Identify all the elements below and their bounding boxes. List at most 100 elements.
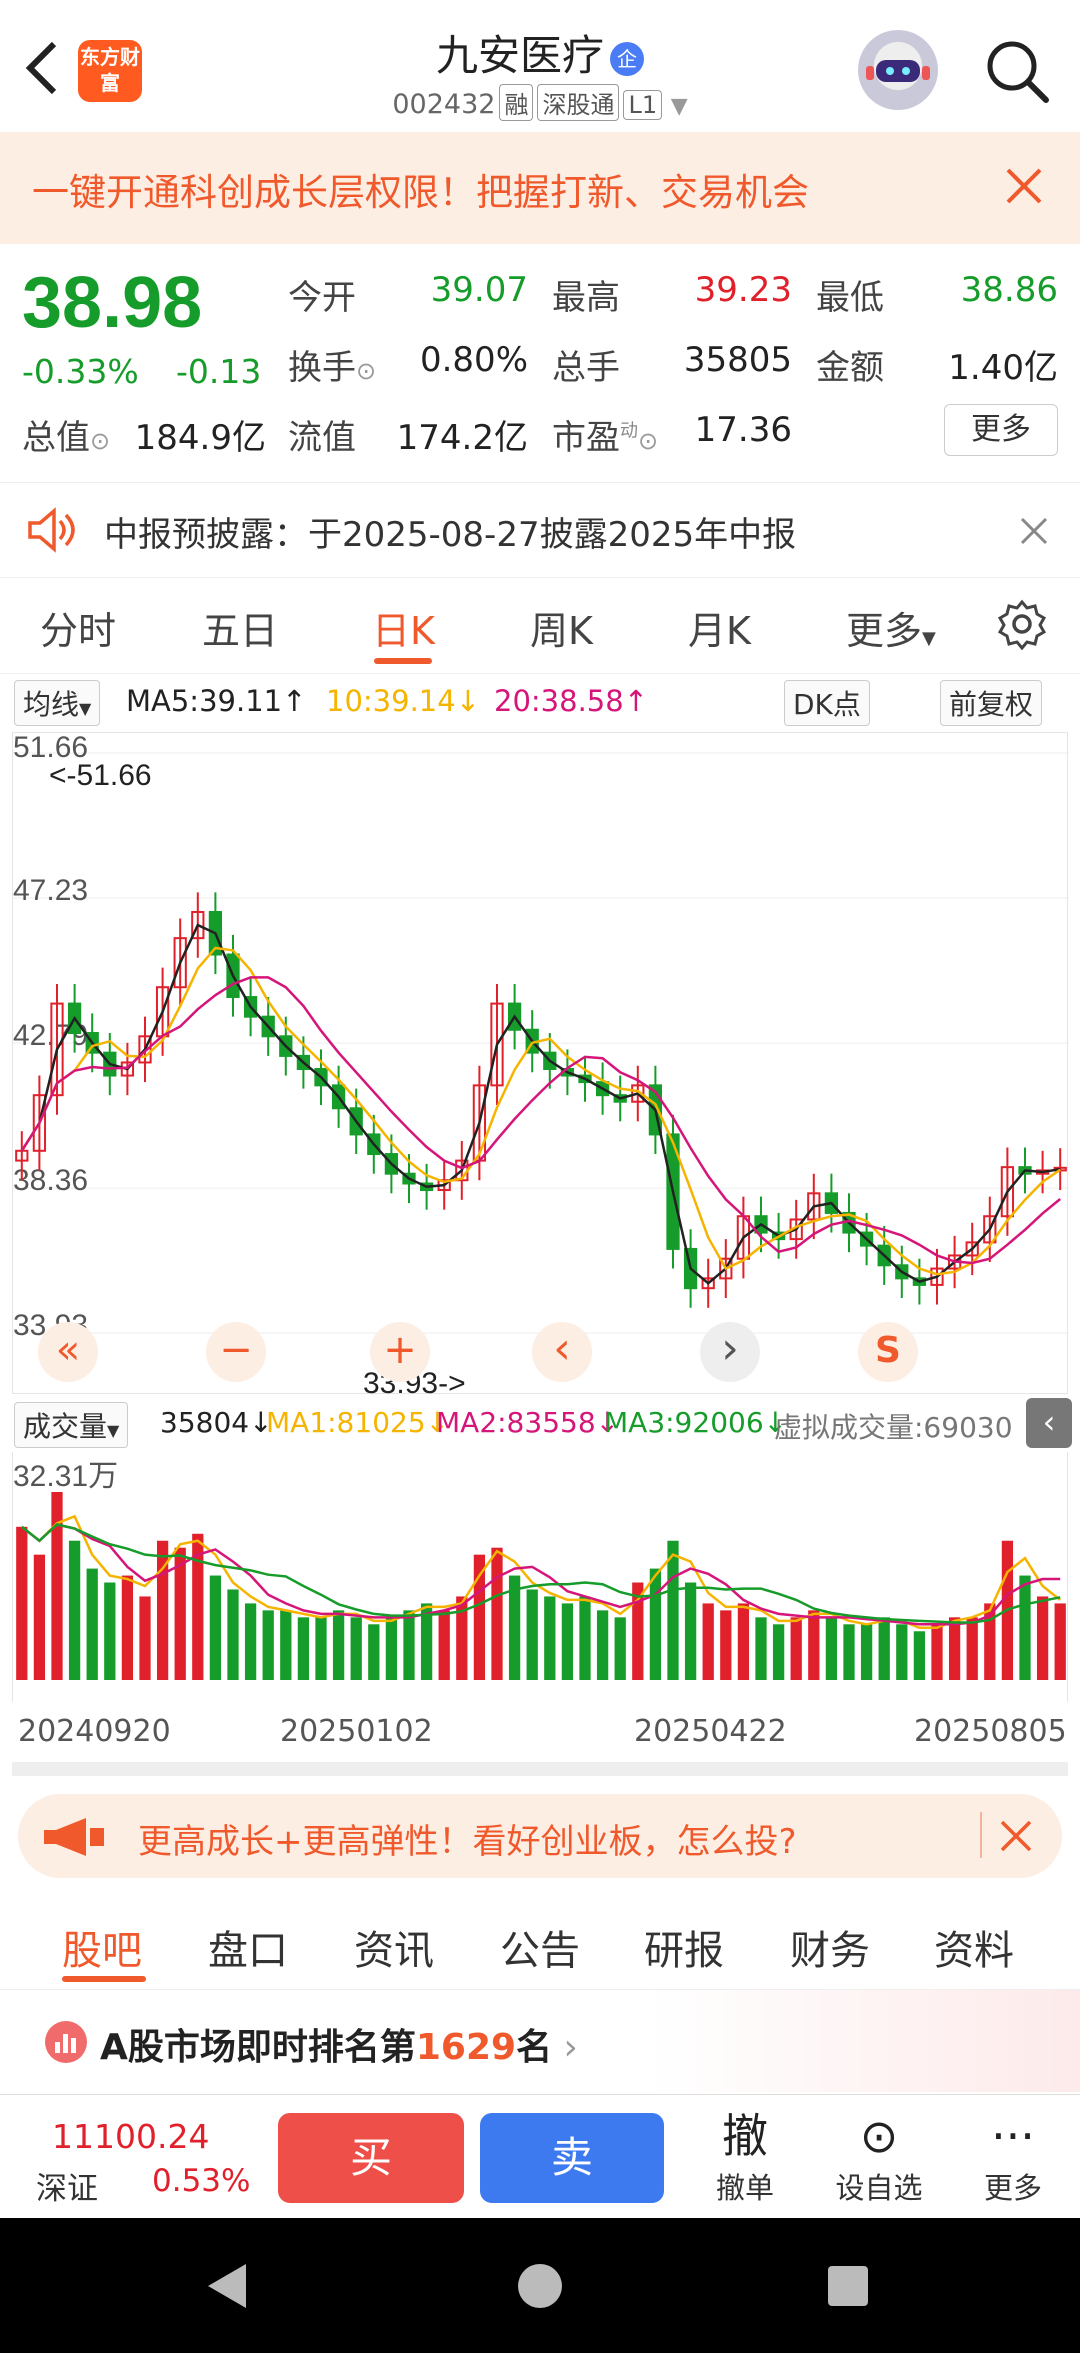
volume-bar [491, 1547, 503, 1680]
volume-bar [68, 1540, 81, 1680]
tab-forum[interactable]: 股吧 [62, 1918, 142, 1976]
pe-label[interactable]: 市盈动⊙ [552, 410, 658, 459]
ma-legend-row: 均线▼ MA5:39.11↑ 10:39.14↓ 20:38.58↑ DK点 前… [0, 676, 1080, 726]
collapse-panel-button[interactable]: ‹ [1026, 1398, 1072, 1448]
ma5-line [20, 923, 1061, 1285]
scroll-right-button[interactable]: › [700, 1322, 760, 1382]
signal-button[interactable]: S [858, 1322, 918, 1382]
sell-button[interactable]: 卖 [480, 2113, 664, 2203]
megaphone-icon [44, 1818, 104, 1856]
chart-scroll-track[interactable] [12, 1762, 1068, 1776]
watchlist-icon: ⊙ [859, 2109, 899, 2163]
tab-profile[interactable]: 资料 [934, 1918, 1014, 1976]
ad-banner[interactable]: 更高成长+更高弹性！看好创业板，怎么投? [18, 1794, 1062, 1878]
gear-icon[interactable] [996, 598, 1048, 650]
ma10-value: 10:39.14↓ [326, 684, 481, 718]
x-date-label: 20250422 [634, 1714, 787, 1749]
change-amount: -0.13 [176, 352, 262, 391]
volume-bar [403, 1610, 415, 1680]
info-icon[interactable]: ⊙ [356, 357, 376, 385]
nav-recents-icon[interactable] [826, 2264, 870, 2308]
info-icon[interactable]: ⊙ [90, 427, 110, 455]
volume-bar [139, 1596, 151, 1680]
volume-bar [121, 1575, 134, 1680]
rank-text: A股市场即时排名第1629名 › [100, 2027, 578, 2068]
vol-ma2: MA2:83558↓ [436, 1406, 620, 1439]
tab-intraday[interactable]: 分时 [40, 600, 116, 655]
tab-weekly-k[interactable]: 周K [530, 600, 593, 655]
buy-button[interactable]: 买 [278, 2113, 464, 2203]
add-watchlist-button[interactable]: ⊙ 设自选 [824, 2107, 934, 2207]
ma-selector[interactable]: 均线▼ [14, 680, 101, 726]
notice-text: 中报预披露：于2025-08-27披露2025年中报 [104, 515, 797, 555]
notice-bar[interactable]: 中报预披露：于2025-08-27披露2025年中报 [0, 482, 1080, 578]
promo-banner[interactable]: 一键开通科创成长层权限！把握打新、交易机会 [0, 132, 1080, 244]
mktcap-value: 184.9亿 [134, 418, 266, 458]
tag-level: L1 [623, 90, 663, 120]
volume-bar [1054, 1603, 1066, 1680]
volume-bar [104, 1582, 116, 1680]
ma20-line [20, 976, 1061, 1265]
zoom-in-button[interactable]: + [370, 1322, 430, 1382]
tab-five-day[interactable]: 五日 [202, 600, 278, 655]
open-label: 今开 [288, 278, 356, 318]
pe-superscript: 动 [620, 420, 638, 442]
scroll-left-button[interactable]: ‹ [532, 1322, 592, 1382]
chevron-right-icon: › [552, 2027, 578, 2068]
candlestick-chart[interactable]: 51.66 47.23 42.79 38.36 33.93 <-51.66 33.93-> [12, 731, 1069, 1400]
volume-value: 35805 [683, 340, 792, 380]
quote-more-button[interactable]: 更多 [944, 404, 1058, 456]
high-value: 39.23 [694, 270, 792, 310]
caret-down-icon: ▼ [107, 1421, 120, 1440]
volume-chart[interactable]: 32.31万 [12, 1452, 1068, 1702]
mktcap-label[interactable]: 总值⊙ [22, 410, 110, 459]
tab-news[interactable]: 资讯 [354, 1918, 434, 1976]
close-icon[interactable] [1000, 162, 1048, 210]
tab-daily-k[interactable]: 日K [372, 600, 435, 655]
volume-bar [526, 1589, 538, 1680]
caret-down-icon[interactable]: ▼ [671, 94, 688, 119]
volume-bar [33, 1554, 46, 1680]
more-button[interactable]: ··· 更多 [958, 2107, 1068, 2207]
volume-bar [332, 1610, 345, 1680]
change-percent: -0.33% [22, 352, 139, 391]
volume-svg: 32.31万 [13, 1460, 1066, 1680]
cancel-order-button[interactable]: 撤 撤单 [690, 2107, 800, 2207]
volume-selector[interactable]: 成交量▼ [14, 1402, 129, 1448]
scroll-left-fast-button[interactable]: « [38, 1322, 98, 1382]
close-icon[interactable] [1018, 515, 1050, 547]
tab-order-book[interactable]: 盘口 [208, 1918, 288, 1976]
close-icon[interactable] [998, 1818, 1034, 1854]
turnover-label[interactable]: 换手⊙ [288, 340, 376, 389]
x-date-label: 20250102 [280, 1714, 433, 1749]
market-rank-row[interactable]: A股市场即时排名第1629名 › [0, 1990, 1080, 2092]
volume-bar [544, 1596, 556, 1680]
nav-back-icon[interactable] [206, 2262, 250, 2310]
volume-bar [1019, 1575, 1031, 1680]
ai-assistant-avatar[interactable] [858, 30, 938, 110]
amount-value: 1.40亿 [948, 348, 1058, 388]
index-value[interactable]: 11100.24 [52, 2117, 209, 2156]
info-icon[interactable]: ⊙ [638, 427, 658, 455]
ma5-value: MA5:39.11↑ [126, 684, 307, 718]
current-price: 38.98 [22, 263, 203, 343]
volume-bar [350, 1617, 362, 1680]
zoom-out-button[interactable]: − [206, 1322, 266, 1382]
nav-home-icon[interactable] [516, 2262, 564, 2310]
volume-bar [684, 1582, 697, 1680]
x-date-label: 20250805 [914, 1714, 1067, 1749]
volume-bar [244, 1603, 257, 1680]
info-tabs: 股吧 盘口 资讯 公告 研报 财务 资料 [0, 1894, 1080, 1990]
tab-monthly-k[interactable]: 月K [688, 600, 751, 655]
tab-research[interactable]: 研报 [644, 1918, 724, 1976]
volume-bar [737, 1603, 750, 1680]
adjust-button[interactable]: 前复权 [940, 680, 1043, 726]
tab-more[interactable]: 更多▼ [846, 600, 936, 655]
tag-margin: 融 [499, 84, 534, 121]
speaker-icon [28, 507, 75, 553]
search-icon[interactable] [982, 36, 1052, 106]
tab-financials[interactable]: 财务 [790, 1918, 870, 1976]
tab-announcements[interactable]: 公告 [500, 1918, 580, 1976]
tag-connect: 深股通 [537, 84, 620, 121]
dk-point-button[interactable]: DK点 [784, 680, 870, 726]
